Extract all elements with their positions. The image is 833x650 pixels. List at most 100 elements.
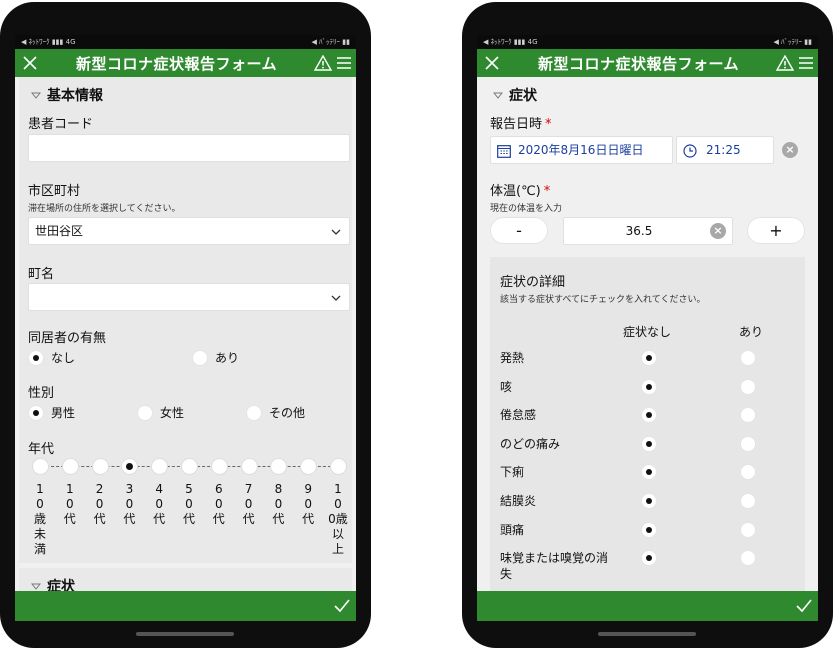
- age-stop-label-1: 10代: [60, 482, 80, 527]
- age-stop-label-2: 20代: [90, 482, 110, 527]
- radio-gender-male[interactable]: 男性: [28, 404, 75, 421]
- symptom-radio-yes[interactable]: [740, 521, 763, 538]
- symptom-radio-none[interactable]: [641, 521, 664, 538]
- symptom-radio-none[interactable]: [641, 407, 664, 424]
- patient-code-input[interactable]: [28, 134, 350, 162]
- radio-cohabitant-none[interactable]: なし: [28, 349, 75, 366]
- temperature-sublabel: 現在の体温を入力: [490, 204, 563, 214]
- symptom-radio-yes[interactable]: [740, 407, 763, 424]
- age-stop-3[interactable]: [121, 458, 139, 475]
- radio-label: その他: [269, 406, 306, 420]
- menu-icon: [337, 57, 351, 69]
- symptom-name: 咳: [500, 379, 513, 394]
- age-stop-label-line: 以: [331, 527, 344, 541]
- screen-right: ◀ ﾈｯﾄﾜｰｸ ▮▮▮ 4G ◀ ﾊﾞｯﾃﾘｰ ▮▮ 新型コロナ症状報告フォー…: [477, 35, 818, 621]
- status-left: ◀ ﾈｯﾄﾜｰｸ ▮▮▮ 4G: [483, 38, 538, 46]
- section-title: 症状: [509, 88, 537, 104]
- age-stop-label-line: 0: [36, 497, 44, 511]
- symptom-radio-none[interactable]: [641, 464, 664, 481]
- symptom-radio-none[interactable]: [641, 350, 664, 366]
- form-content-right[interactable]: 症状 報告日時 * 2020年8月16日日曜日 21:25 × 体温(℃) * 現在…: [477, 77, 818, 591]
- bottom-bar: [15, 591, 356, 621]
- home-indicator[interactable]: [598, 632, 696, 636]
- symptom-name: 味覚または嗅覚の消失: [500, 551, 609, 582]
- gender-label: 性別: [28, 386, 55, 401]
- age-stop-6[interactable]: [210, 458, 228, 475]
- section-header-basic[interactable]: 基本情報: [29, 85, 103, 105]
- symptom-radio-yes[interactable]: [740, 550, 763, 567]
- age-stop-7[interactable]: [240, 458, 258, 475]
- age-stop-9[interactable]: [300, 458, 318, 475]
- age-stop-4[interactable]: [151, 458, 169, 475]
- symptom-radio-none[interactable]: [641, 550, 664, 567]
- age-stop-1[interactable]: [61, 458, 79, 475]
- symptom-name: 頭痛: [500, 522, 525, 537]
- symptom-radio-yes[interactable]: [740, 350, 763, 366]
- temperature-input[interactable]: 36.5 ×: [563, 217, 733, 245]
- radio-circle: [192, 349, 208, 366]
- city-sublabel: 滞在場所の住所を選択してください。: [28, 204, 181, 214]
- age-stop-5[interactable]: [181, 458, 198, 475]
- city-select[interactable]: 世田谷区: [28, 217, 350, 245]
- symptom-name: 下痢: [500, 465, 525, 480]
- form-content-left[interactable]: 基本情報 患者コード 市区町村 滞在場所の住所を選択してください。 世田谷区 町…: [15, 77, 356, 591]
- clear-datetime-button[interactable]: ×: [782, 142, 798, 158]
- town-select[interactable]: [28, 283, 350, 311]
- warning-button[interactable]: [312, 49, 334, 77]
- temperature-decrement-button[interactable]: -: [490, 217, 548, 244]
- time-picker[interactable]: 21:25: [676, 136, 774, 164]
- symptom-radio-yes[interactable]: [740, 378, 763, 395]
- chevron-down-icon: [331, 295, 341, 301]
- phone-left: ◀ ﾈｯﾄﾜｰｸ ▮▮▮ 4G ◀ ﾊﾞｯﾃﾘｰ ▮▮ 新型コロナ症状報告フォー…: [0, 2, 371, 648]
- date-picker[interactable]: 2020年8月16日日曜日: [490, 136, 673, 164]
- age-stop-label-line: 代: [182, 512, 195, 526]
- symptom-radio-yes[interactable]: [740, 435, 763, 452]
- symptom-radio-none[interactable]: [641, 493, 664, 509]
- warning-button[interactable]: [774, 49, 796, 77]
- radio-label: 男性: [51, 406, 76, 420]
- clear-temperature-button[interactable]: ×: [710, 223, 726, 239]
- age-stop-0[interactable]: [32, 458, 49, 475]
- age-label: 年代: [28, 442, 55, 457]
- menu-button[interactable]: [796, 49, 816, 77]
- symptom-radio-yes[interactable]: [740, 464, 763, 481]
- age-stop-label-line: 満: [33, 542, 46, 556]
- age-stop-label-line: 代: [272, 512, 285, 526]
- age-stop-label-10: 1 0 0歳以上: [328, 482, 348, 557]
- close-icon: [23, 56, 37, 70]
- close-button[interactable]: [19, 49, 41, 77]
- clear-icon: ×: [785, 143, 795, 156]
- age-stop-label-line: 0: [125, 497, 134, 511]
- radio-gender-other[interactable]: その他: [246, 404, 305, 421]
- check-icon[interactable]: [796, 599, 812, 613]
- home-indicator[interactable]: [136, 632, 234, 636]
- age-stop-label-line: 代: [123, 512, 136, 526]
- collapse-triangle-icon: [29, 88, 43, 102]
- symptom-radio-none[interactable]: [641, 378, 664, 395]
- radio-circle: [641, 550, 657, 567]
- age-stop-label-4: 40代: [149, 482, 169, 527]
- section-header-symptoms[interactable]: 症状: [491, 85, 537, 105]
- radio-gender-female[interactable]: 女性: [137, 404, 184, 421]
- menu-button[interactable]: [334, 49, 354, 77]
- symptom-radio-yes[interactable]: [740, 493, 763, 509]
- age-stop-8[interactable]: [270, 458, 288, 475]
- app-bar: 新型コロナ症状報告フォーム: [477, 49, 818, 77]
- check-icon[interactable]: [334, 599, 350, 613]
- status-bar: ◀ ﾈｯﾄﾜｰｸ ▮▮▮ 4G ◀ ﾊﾞｯﾃﾘｰ ▮▮: [15, 35, 356, 49]
- close-button[interactable]: [481, 49, 503, 77]
- symptom-radio-none[interactable]: [641, 435, 664, 452]
- symptom-name: 倦怠感: [500, 408, 537, 423]
- age-stop-label-line: 4: [155, 482, 163, 496]
- age-stop-label-line: 上: [331, 542, 344, 556]
- radio-circle: [641, 435, 657, 452]
- age-stop-2[interactable]: [91, 458, 109, 475]
- age-stop-label-line: 2: [95, 482, 104, 496]
- age-stop-10[interactable]: [330, 458, 347, 475]
- radio-circle: [641, 350, 657, 366]
- radio-cohabitant-yes[interactable]: あり: [192, 349, 239, 366]
- temperature-value: 36.5: [625, 224, 653, 238]
- temperature-increment-button[interactable]: +: [747, 217, 805, 244]
- age-stop-label-line: 0: [334, 497, 342, 511]
- section-header-symptoms[interactable]: 症状: [29, 576, 75, 591]
